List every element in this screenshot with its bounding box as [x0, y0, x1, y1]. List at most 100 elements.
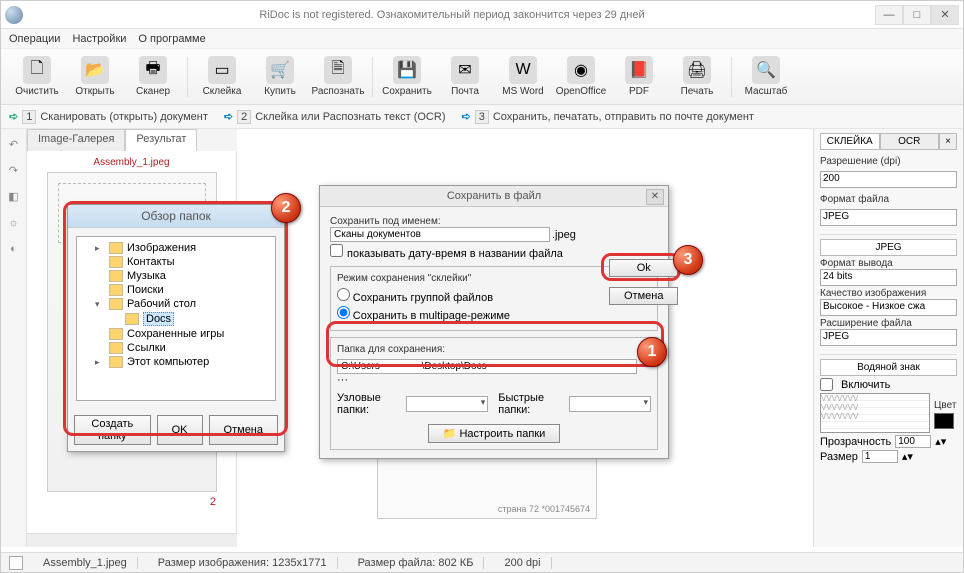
mode-multipage-radio[interactable]: [337, 306, 350, 319]
window-titlebar: RiDoc is not registered. Ознакомительный…: [1, 1, 963, 29]
tb-mail[interactable]: ✉Почта: [437, 52, 493, 102]
dpi-select[interactable]: 200: [820, 171, 957, 188]
save-folder-input[interactable]: [337, 359, 637, 374]
glue-icon: ▭: [208, 56, 236, 84]
save-dialog-close[interactable]: ✕: [646, 189, 664, 205]
pdf-icon: 📕: [625, 56, 653, 84]
tb-buy[interactable]: 🛒Купить: [252, 52, 308, 102]
marker-1: 1: [637, 337, 667, 367]
save-ok-button[interactable]: Ok: [609, 259, 678, 277]
left-tool-strip: ↶ ↷ ◧ ☼ ◐: [1, 129, 27, 547]
tab-gallery[interactable]: Image-Галерея: [27, 129, 125, 151]
opacity-spinner[interactable]: [895, 435, 931, 448]
right-panel: СКЛЕЙКА OCR × Разрешение (dpi) 200 Форма…: [813, 129, 963, 547]
tb-open[interactable]: 📂Открыть: [67, 52, 123, 102]
tb-print[interactable]: 🖨Печать: [669, 52, 725, 102]
scanner-icon: 🖶: [139, 56, 167, 84]
menu-settings[interactable]: Настройки: [72, 33, 126, 45]
app-logo-icon: [5, 6, 23, 24]
clear-icon: 🗋: [23, 56, 51, 84]
folder-icon: [109, 356, 123, 368]
marker-2: 2: [271, 193, 301, 223]
folder-icon: [109, 256, 123, 268]
browse-cancel-button[interactable]: Отмена: [209, 415, 278, 445]
save-cancel-button[interactable]: Отмена: [609, 287, 678, 305]
step-bar: ➪1Сканировать (открыть) документ ➪2Склей…: [1, 105, 963, 129]
fast-folders-combo[interactable]: [569, 396, 651, 412]
rtab-jpeg[interactable]: JPEG: [820, 239, 957, 256]
tb-openoffice[interactable]: ◉OpenOffice: [553, 52, 609, 102]
status-dpi: 200 dpi: [494, 557, 551, 569]
save-folder-fieldset: Папка для сохранения: ··· Узловые папки:…: [330, 337, 658, 450]
status-bar: Assembly_1.jpeg Размер изображения: 1235…: [1, 552, 963, 572]
rtab-ocr[interactable]: OCR: [880, 133, 940, 150]
node-folders-combo[interactable]: [406, 396, 488, 412]
tree-item-docs[interactable]: Docs: [81, 311, 271, 327]
save-dialog: Сохранить в файл ✕ Сохранить под именем:…: [319, 185, 669, 459]
tb-glue[interactable]: ▭Склейка: [194, 52, 250, 102]
output-select[interactable]: 24 bits: [820, 269, 957, 286]
crop-icon[interactable]: ◧: [6, 189, 22, 205]
main-toolbar: 🗋Очистить 📂Открыть 🖶Сканер ▭Склейка 🛒Куп…: [1, 49, 963, 105]
window-title: RiDoc is not registered. Ознакомительный…: [29, 9, 875, 21]
status-page-icon: [9, 556, 23, 570]
menu-about[interactable]: О программе: [138, 33, 205, 45]
open-icon: 📂: [81, 56, 109, 84]
rotate-left-icon[interactable]: ↶: [6, 137, 22, 153]
rtab-glue[interactable]: СКЛЕЙКА: [820, 133, 880, 150]
tb-word[interactable]: WMS Word: [495, 52, 551, 102]
status-filesize: Размер файла: 802 КБ: [348, 557, 485, 569]
mode-group-radio[interactable]: [337, 288, 350, 301]
buy-icon: 🛒: [266, 56, 294, 84]
rtab-watermark[interactable]: Водяной знак: [820, 359, 957, 376]
print-icon: 🖨: [683, 56, 711, 84]
save-icon: 💾: [393, 56, 421, 84]
word-icon: W: [509, 56, 537, 84]
preview-footer: страна 72 *001745674: [498, 504, 590, 514]
folder-icon: [109, 242, 123, 254]
openoffice-icon: ◉: [567, 56, 595, 84]
format-select[interactable]: JPEG: [820, 209, 957, 226]
marker-3: 3: [673, 245, 703, 275]
folder-icon: [109, 342, 123, 354]
close-button[interactable]: ✕: [931, 5, 959, 25]
tb-scanner[interactable]: 🖶Сканер: [125, 52, 181, 102]
brightness-icon[interactable]: ☼: [6, 215, 22, 231]
browse-folder-button[interactable]: ···: [337, 374, 348, 386]
grayscale-icon[interactable]: ◐: [6, 241, 22, 257]
configure-folders-button[interactable]: 📁 Настроить папки: [428, 424, 561, 443]
maximize-button[interactable]: □: [903, 5, 931, 25]
tb-pdf[interactable]: 📕PDF: [611, 52, 667, 102]
status-imgsize: Размер изображения: 1235x1771: [148, 557, 338, 569]
watermark-enable-checkbox[interactable]: [820, 378, 833, 391]
save-filename-input[interactable]: [330, 227, 550, 242]
folder-tree[interactable]: ▸Изображения Контакты Музыка Поиски ▾Раб…: [76, 236, 276, 401]
folder-icon: [109, 270, 123, 282]
status-filename: Assembly_1.jpeg: [33, 557, 138, 569]
thumbnail-scrollbar[interactable]: [27, 533, 237, 547]
tab-result[interactable]: Результат: [125, 129, 197, 151]
rtab-close[interactable]: ×: [939, 133, 957, 150]
menubar: Операции Настройки О программе: [1, 29, 963, 49]
ocr-icon: 🗎: [324, 56, 352, 84]
folder-icon: [109, 284, 123, 296]
tb-clear[interactable]: 🗋Очистить: [9, 52, 65, 102]
rotate-right-icon[interactable]: ↷: [6, 163, 22, 179]
folder-icon: [125, 313, 139, 325]
tb-ocr[interactable]: 🗎Распознать: [310, 52, 366, 102]
menu-operations[interactable]: Операции: [9, 33, 60, 45]
minimize-button[interactable]: —: [875, 5, 903, 25]
size-spinner[interactable]: [862, 450, 898, 463]
new-folder-button[interactable]: Создать папку: [74, 415, 151, 445]
show-date-checkbox[interactable]: [330, 244, 343, 257]
thumbnail-filename: Assembly_1.jpeg: [33, 157, 230, 168]
tb-zoom[interactable]: 🔍Масштаб: [738, 52, 794, 102]
ext-select[interactable]: JPEG: [820, 329, 957, 346]
quality-select[interactable]: Высокое - Низкое сжа: [820, 299, 957, 316]
tb-save[interactable]: 💾Сохранить: [379, 52, 435, 102]
watermark-pattern[interactable]: VVVVVVVVVVVVVVVVVVVVV: [820, 393, 930, 433]
browse-folder-dialog: Обзор папок ▸Изображения Контакты Музыка…: [67, 204, 285, 452]
browse-dialog-title: Обзор папок: [68, 205, 284, 228]
watermark-color-button[interactable]: [934, 413, 954, 429]
browse-ok-button[interactable]: OK: [157, 415, 203, 445]
